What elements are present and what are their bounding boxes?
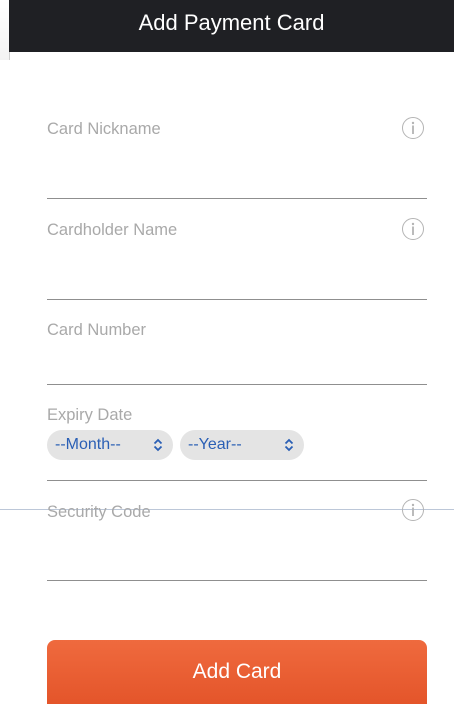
info-icon[interactable] xyxy=(402,499,424,521)
chevron-up-down-icon xyxy=(284,438,294,452)
card-nickname-input-line[interactable] xyxy=(47,198,427,199)
card-number-label: Card Number xyxy=(47,321,147,339)
year-select[interactable]: --Year-- xyxy=(180,430,304,460)
security-code-label: Security Code xyxy=(47,503,151,521)
card-number-field[interactable]: Card Number xyxy=(47,318,427,390)
security-code-field[interactable]: Security Code xyxy=(47,498,427,584)
chevron-up-down-icon xyxy=(153,438,163,452)
card-nickname-label: Card Nickname xyxy=(47,120,161,138)
cardholder-name-label: Cardholder Name xyxy=(47,221,178,239)
info-icon[interactable] xyxy=(402,218,424,240)
header-bar: Add Payment Card xyxy=(9,0,454,52)
page-title: Add Payment Card xyxy=(138,10,325,35)
info-glyph xyxy=(411,222,415,235)
month-select[interactable]: --Month-- xyxy=(47,430,173,460)
expiry-date-line xyxy=(47,480,427,481)
expiry-date-field: Expiry Date --Month-- --Year-- xyxy=(47,404,427,484)
month-select-value: --Month-- xyxy=(55,436,121,453)
add-card-button-label: Add Card xyxy=(192,660,282,683)
cardholder-name-input-line[interactable] xyxy=(47,299,427,300)
info-icon[interactable] xyxy=(402,117,424,139)
card-nickname-field[interactable]: Card Nickname xyxy=(47,114,427,204)
card-number-input-line[interactable] xyxy=(47,384,427,385)
security-code-input-line[interactable] xyxy=(47,580,427,581)
cardholder-name-field[interactable]: Cardholder Name xyxy=(47,216,427,306)
add-card-button[interactable]: Add Card xyxy=(47,640,427,704)
expiry-date-label: Expiry Date xyxy=(47,406,133,424)
info-glyph xyxy=(411,503,415,516)
payment-card-form: Card Nickname Cardholder Name Card Numbe… xyxy=(0,52,454,704)
year-select-value: --Year-- xyxy=(188,436,242,453)
info-glyph xyxy=(411,121,415,134)
